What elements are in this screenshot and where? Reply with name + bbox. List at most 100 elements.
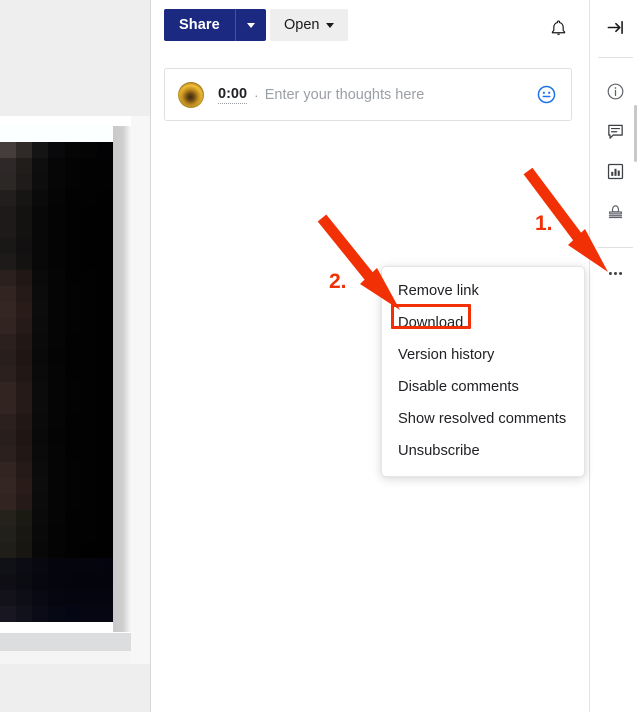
stamp-icon [608,204,622,218]
media-pixel [64,446,82,463]
media-pixel [80,446,98,463]
sidebar-item-collapse-panel[interactable] [600,12,630,42]
menu-item-remove-link[interactable]: Remove link [382,275,584,307]
menu-item-version-history[interactable]: Version history [382,339,584,371]
media-pixel [16,302,33,319]
sidebar-item-more-options[interactable] [600,258,630,288]
media-pixel [48,574,66,591]
media-pixel [0,350,17,367]
comment-composer[interactable]: 0:00 · Enter your thoughts here [164,68,572,121]
comment-input-placeholder[interactable]: Enter your thoughts here [265,87,425,103]
media-pixel [96,526,113,543]
media-pixel [0,590,17,607]
preview-footer-band-2 [0,651,131,664]
media-pixel [32,574,50,591]
menu-item-download[interactable]: Download [382,307,584,339]
media-pixel [48,478,66,495]
media-pixel [48,382,66,399]
right-icon-rail [589,0,640,712]
media-preview-page[interactable] [0,116,131,633]
media-pixel [32,494,50,511]
media-pixel [80,494,98,511]
media-pixel [80,286,98,303]
open-button[interactable]: Open [270,9,349,41]
chevron-down-icon [326,22,335,28]
media-pixel [0,302,17,319]
media-pixel [64,238,82,255]
media-pixel [16,526,33,543]
sidebar-item-comments[interactable] [600,116,630,146]
menu-item-unsubscribe[interactable]: Unsubscribe [382,435,584,467]
media-pixel [96,430,113,447]
media-pixel [80,238,98,255]
share-button[interactable]: Share [164,9,235,41]
media-pixel [32,126,50,143]
media-pixel [16,206,33,223]
media-pixel [96,382,113,399]
rail-scrollbar[interactable] [634,105,637,162]
media-pixel [0,142,17,159]
menu-item-disable-comments[interactable]: Disable comments [382,371,584,403]
media-pixel [80,190,98,207]
media-pixel [64,542,82,559]
media-pixel [80,270,98,287]
media-pixel [80,222,98,239]
media-pixel [16,238,33,255]
sidebar-item-analytics[interactable] [600,156,630,186]
media-pixel [96,446,113,463]
media-pixel [32,542,50,559]
media-pixel [48,430,66,447]
media-pixel [64,334,82,351]
media-pixel [0,286,17,303]
media-pixel [80,606,98,622]
media-pixel [80,398,98,415]
media-pixel [32,174,50,191]
rail-divider-bottom [598,247,633,248]
media-pixel [64,222,82,239]
sidebar-item-approvals[interactable] [600,196,630,226]
media-pixel [0,206,17,223]
media-pixel [48,558,66,575]
media-pixel [32,238,50,255]
menu-item-show-resolved-comments[interactable]: Show resolved comments [382,403,584,435]
media-pixel [16,478,33,495]
media-pixel [48,270,66,287]
media-pixel [48,446,66,463]
media-pixel [16,270,33,287]
share-dropdown-caret[interactable] [234,9,266,41]
emoji-picker-button[interactable] [534,83,558,107]
media-pixel [96,398,113,415]
media-pixel [64,382,82,399]
media-pixel [32,478,50,495]
media-pixel [0,478,17,495]
media-pixel [64,430,82,447]
notifications-button[interactable] [543,13,573,43]
timestamp-link[interactable]: 0:00 [218,86,248,104]
media-pixel [48,158,66,175]
media-pixel [48,590,66,607]
media-pixel [80,158,98,175]
media-pixel [0,190,17,207]
media-pixel [80,254,98,271]
media-pixel [0,510,17,527]
media-pixel [96,606,113,622]
media-pixel [0,398,17,415]
media-pixel [80,318,98,335]
media-pixel [96,190,113,207]
media-pixel [32,270,50,287]
media-pixel [32,158,50,175]
open-button-label: Open [284,17,320,33]
sidebar-item-details[interactable] [600,76,630,106]
media-pixel [0,238,17,255]
media-pixel [64,574,82,591]
media-pixel [0,606,17,622]
media-pixel [80,302,98,319]
media-pixel [16,254,33,271]
media-pixel [64,526,82,543]
media-pixel [64,350,82,367]
media-pixel [32,558,50,575]
media-pixel [48,126,66,143]
media-pixel [96,318,113,335]
media-pixel [48,222,66,239]
media-pixel [48,510,66,527]
